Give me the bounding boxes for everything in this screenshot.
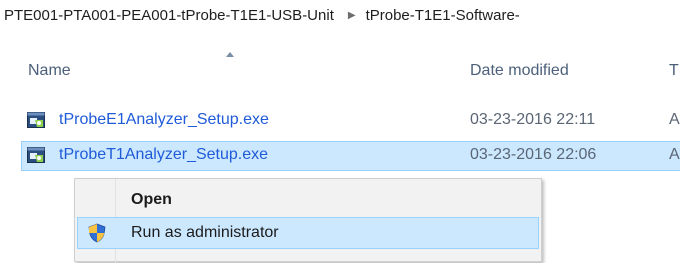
breadcrumb-separator-icon[interactable]: ▶	[334, 10, 366, 21]
breadcrumb: PTE001-PTA001-PEA001-tProbe-T1E1-USB-Uni…	[0, 0, 680, 30]
column-header-name[interactable]: Name	[28, 62, 71, 80]
uac-shield-icon	[88, 223, 106, 243]
file-row-selected[interactable]: tProbeT1Analyzer_Setup.exe 03-23-2016 22…	[21, 141, 680, 171]
menu-item-run-as-administrator[interactable]: Run as administrator	[77, 217, 539, 249]
column-header-type[interactable]: T	[669, 62, 679, 80]
menu-item-label: Run as administrator	[131, 224, 279, 241]
menu-item-open[interactable]: Open	[77, 184, 539, 216]
file-type: A	[669, 111, 680, 128]
file-date-modified: 03-23-2016 22:11	[470, 111, 596, 128]
setup-exe-icon	[27, 147, 45, 163]
column-header-row: Name Date modified T	[0, 44, 680, 80]
file-date-modified: 03-23-2016 22:06	[470, 146, 597, 163]
breadcrumb-segment[interactable]: PTE001-PTA001-PEA001-tProbe-T1E1-USB-Uni…	[0, 7, 334, 24]
menu-item-label: Open	[131, 191, 172, 208]
file-row[interactable]: tProbeE1Analyzer_Setup.exe 03-23-2016 22…	[21, 106, 680, 136]
file-name[interactable]: tProbeE1Analyzer_Setup.exe	[59, 111, 269, 129]
context-menu: Open Run as administrator	[74, 178, 542, 263]
setup-exe-icon	[27, 112, 45, 128]
column-header-date-modified[interactable]: Date modified	[470, 62, 569, 80]
sort-ascending-icon	[226, 52, 234, 57]
breadcrumb-segment[interactable]: tProbe-T1E1-Software-	[366, 7, 520, 24]
file-type: A	[669, 146, 680, 163]
file-name[interactable]: tProbeT1Analyzer_Setup.exe	[59, 146, 268, 164]
